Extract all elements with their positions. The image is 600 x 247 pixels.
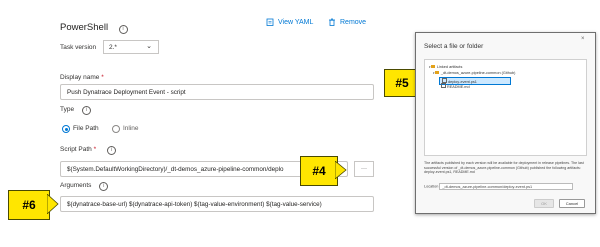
arguments-label: Arguments — [60, 182, 92, 189]
task-title: PowerShell — [60, 22, 109, 33]
inline-radio-label: Inline — [123, 125, 139, 132]
script-path-label-row: Script Path * i — [60, 146, 116, 155]
display-name-value: Push Dynatrace Deployment Event - script — [67, 88, 186, 96]
script-path-value: $(System.DefaultWorkingDirectory)/_dt-de… — [67, 165, 284, 173]
info-icon[interactable]: i — [99, 182, 109, 191]
trash-icon — [329, 18, 335, 26]
info-icon[interactable]: i — [81, 106, 91, 115]
dialog-info-text: The artifacts published by each version … — [424, 161, 584, 175]
task-version-select[interactable]: 2.* ⌄ — [103, 40, 159, 54]
chevron-down-icon: ⌄ — [146, 43, 152, 50]
display-name-label-row: Display name * — [60, 74, 104, 81]
location-row: Location _dt-demos_azure-pipeline-common… — [424, 183, 587, 190]
arguments-input[interactable]: $(dynatrace-base-url) $(dynatrace-api-to… — [60, 196, 374, 212]
ok-button[interactable]: OK — [534, 199, 554, 208]
callout-six-label: #6 — [22, 198, 36, 212]
ellipsis-icon: ··· — [361, 166, 367, 172]
info-icon[interactable]: i — [118, 25, 128, 34]
required-marker: * — [93, 146, 97, 153]
callout-six-arrow — [47, 194, 59, 214]
view-yaml-link[interactable]: View YAML — [266, 18, 313, 26]
location-input[interactable]: _dt-demos_azure-pipeline-common/deploy-e… — [439, 183, 574, 190]
task-title-row: PowerShell i — [60, 17, 128, 35]
ok-label: OK — [541, 201, 547, 206]
display-name-label: Display name — [60, 74, 100, 81]
location-value: _dt-demos_azure-pipeline-common/deploy-e… — [442, 184, 533, 189]
task-version-label: Task version — [60, 44, 97, 51]
tree-folder-label: _dt-demos_azure-pipeline-common (Github) — [440, 71, 516, 75]
display-name-input[interactable]: Push Dynatrace Deployment Event - script — [60, 84, 374, 100]
tree-root-label: Linked artifacts — [436, 65, 463, 69]
task-version-value: 2.* — [109, 43, 117, 51]
tree-folder[interactable]: ▾ _dt-demos_azure-pipeline-common (Githu… — [433, 71, 515, 75]
script-path-label: Script Path — [60, 146, 92, 153]
remove-label: Remove — [340, 18, 367, 26]
close-icon[interactable]: × — [581, 36, 585, 42]
folder-icon — [431, 65, 436, 68]
browse-button[interactable]: ··· — [354, 161, 374, 177]
tree-file-label: README.md — [447, 84, 470, 89]
view-yaml-label: View YAML — [278, 18, 314, 26]
cancel-label: Cancel — [565, 201, 579, 206]
remove-button[interactable]: Remove — [328, 18, 366, 26]
callout-four: #4 — [300, 156, 338, 186]
callout-five-label: #5 — [395, 76, 409, 90]
location-label: Location — [424, 184, 439, 189]
cancel-button[interactable]: Cancel — [559, 199, 585, 208]
inline-radio[interactable] — [112, 125, 120, 133]
dialog-title: Select a file or folder — [424, 43, 484, 50]
folder-icon — [435, 71, 440, 74]
callout-four-arrow — [335, 161, 347, 179]
callout-four-label: #4 — [312, 164, 326, 178]
file-icon — [441, 82, 446, 88]
file-path-radio[interactable] — [62, 125, 70, 133]
tree-file[interactable]: README.md — [441, 82, 470, 89]
tree-root[interactable]: ▾ Linked artifacts — [429, 65, 462, 69]
type-label-row: Type i — [60, 106, 91, 115]
file-path-radio-label: File Path — [73, 125, 99, 132]
type-label: Type — [60, 106, 75, 113]
callout-six: #6 — [8, 190, 50, 220]
select-file-dialog: Select a file or folder × ▾ Linked artif… — [415, 32, 596, 214]
arguments-value: $(dynatrace-base-url) $(dynatrace-api-to… — [67, 200, 322, 208]
file-tree: ▾ Linked artifacts ▾ _dt-demos_azure-pip… — [424, 59, 587, 156]
required-marker: * — [101, 74, 104, 81]
arguments-label-row: Arguments i — [60, 182, 109, 191]
clipboard-icon — [266, 18, 274, 26]
info-icon[interactable]: i — [106, 146, 116, 155]
